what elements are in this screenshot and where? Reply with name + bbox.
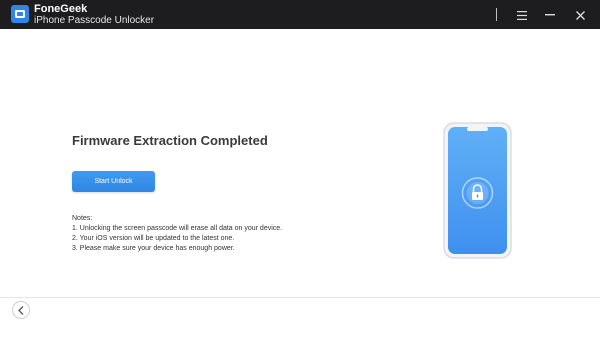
start-unlock-button[interactable]: Start Unlock (72, 171, 155, 192)
notes-heading: Notes: (72, 215, 93, 222)
note-item: 1. Unlocking the screen passcode will er… (72, 225, 283, 232)
hamburger-menu-icon (517, 10, 527, 20)
note-item: 3. Please make sure your device has enou… (72, 245, 235, 252)
minimize-icon (545, 14, 555, 16)
titlebar-separator (496, 8, 497, 21)
phone-lock-illustration (443, 122, 512, 259)
close-button[interactable] (570, 5, 590, 25)
app-name: FoneGeek (34, 3, 88, 15)
close-icon (575, 10, 585, 20)
chevron-left-icon (18, 305, 24, 315)
note-item: 2. Your iOS version will be updated to t… (72, 235, 235, 242)
menu-button[interactable] (512, 5, 532, 25)
back-button[interactable] (12, 301, 30, 319)
page-title: Firmware Extraction Completed (72, 133, 268, 148)
notes-section: Notes: 1. Unlocking the screen passcode … (72, 214, 282, 254)
title-bar: FoneGeek iPhone Passcode Unlocker (0, 0, 600, 29)
main-content: Firmware Extraction Completed Start Unlo… (0, 29, 600, 353)
footer-divider (0, 297, 600, 298)
app-subtitle: iPhone Passcode Unlocker (34, 15, 155, 26)
app-logo-icon (11, 5, 29, 23)
minimize-button[interactable] (540, 5, 560, 25)
